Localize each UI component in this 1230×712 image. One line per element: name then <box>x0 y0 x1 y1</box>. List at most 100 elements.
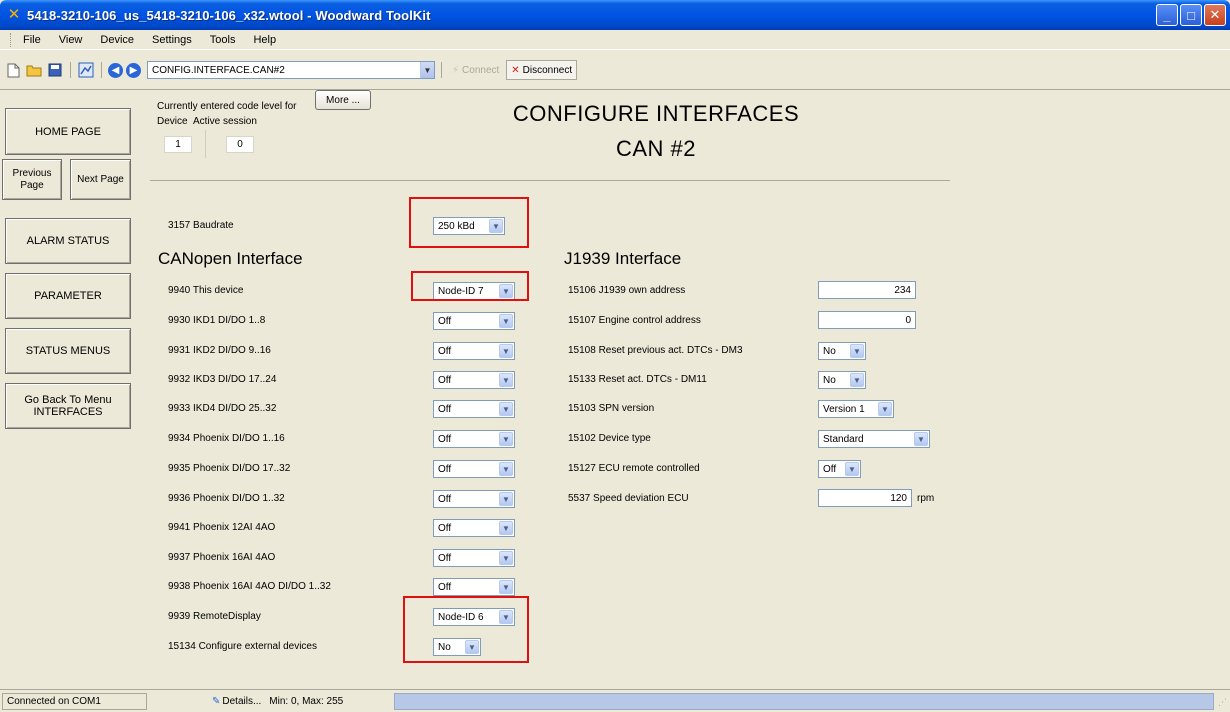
toolbar: ◀ ▶ CONFIG.INTERFACE.CAN#2 ▼ ⚡ Connect ✕… <box>0 50 1230 90</box>
minimize-button[interactable]: _ <box>1156 4 1178 26</box>
details-icon: ✎ <box>212 696 221 707</box>
chevron-down-icon[interactable]: ▼ <box>850 344 864 358</box>
canopen-row-label: 15134 Configure external devices <box>168 641 317 652</box>
menu-view[interactable]: View <box>57 34 85 46</box>
page-title: CONFIGURE INTERFACES <box>512 101 800 126</box>
disconnect-label: Disconnect <box>522 64 573 76</box>
canopen-row-label: 9935 Phoenix DI/DO 17..32 <box>168 463 291 474</box>
canopen-row-label: 9933 IKD4 DI/DO 25..32 <box>168 403 277 414</box>
disconnect-icon: ✕ <box>511 64 520 76</box>
chevron-down-icon[interactable]: ▼ <box>499 432 513 446</box>
highlight-box-remote-display <box>403 596 529 663</box>
chevron-down-icon[interactable]: ▼ <box>499 492 513 506</box>
chevron-down-icon[interactable]: ▼ <box>499 521 513 535</box>
maximize-button[interactable]: □ <box>1180 4 1202 26</box>
j1939-row-label: 15133 Reset act. DTCs - DM11 <box>568 374 707 385</box>
reset-active-dtcs-select[interactable]: No ▼ <box>818 371 866 389</box>
main-content: Currently entered code level for More ..… <box>146 90 1230 689</box>
chevron-down-icon[interactable]: ▼ <box>878 402 892 416</box>
go-back-interfaces-button[interactable]: Go Back To Menu INTERFACES <box>5 383 131 429</box>
chevron-down-icon[interactable]: ▼ <box>499 462 513 476</box>
chevron-down-icon[interactable]: ▼ <box>914 432 928 446</box>
connect-button[interactable]: ⚡ Connect <box>448 60 503 80</box>
chevron-down-icon[interactable]: ▼ <box>499 580 513 594</box>
phoenix-17-32-select[interactable]: Off ▼ <box>433 460 515 478</box>
ikd2-select[interactable]: Off ▼ <box>433 342 515 360</box>
device-type-select[interactable]: Standard ▼ <box>818 430 930 448</box>
value-range-text: Min: 0, Max: 255 <box>269 696 344 707</box>
j1939-row-label: 15107 Engine control address <box>568 315 701 326</box>
details-button[interactable]: ✎ Details... <box>212 696 261 707</box>
canopen-row-label: 9931 IKD2 DI/DO 9..16 <box>168 345 271 356</box>
phoenix-16ai-select[interactable]: Off ▼ <box>433 549 515 567</box>
resize-grip-icon[interactable]: ⋰ <box>1218 697 1227 708</box>
status-menus-button[interactable]: STATUS MENUS <box>5 328 131 374</box>
ikd3-select[interactable]: Off ▼ <box>433 371 515 389</box>
ikd1-select[interactable]: Off ▼ <box>433 312 515 330</box>
back-icon[interactable]: ◀ <box>108 62 123 78</box>
menu-device[interactable]: Device <box>98 34 136 46</box>
previous-page-button[interactable]: Previous Page <box>2 159 62 200</box>
open-folder-icon[interactable] <box>25 61 43 79</box>
phoenix-1-32-select[interactable]: Off ▼ <box>433 490 515 508</box>
spn-version-select[interactable]: Version 1 ▼ <box>818 400 894 418</box>
ecu-remote-controlled-select[interactable]: Off ▼ <box>818 460 861 478</box>
disconnect-button[interactable]: ✕ Disconnect <box>506 60 578 80</box>
chevron-down-icon[interactable]: ▼ <box>499 551 513 565</box>
menu-file[interactable]: File <box>21 34 43 46</box>
reset-previous-dtcs-select[interactable]: No ▼ <box>818 342 866 360</box>
menu-tools[interactable]: Tools <box>208 34 238 46</box>
canopen-row-label: 9930 IKD1 DI/DO 1..8 <box>168 315 266 326</box>
chevron-down-icon[interactable]: ▼ <box>499 344 513 358</box>
j1939-row-value: Standard <box>823 433 864 445</box>
speed-deviation-input[interactable]: 120 <box>818 489 912 507</box>
save-icon[interactable] <box>46 61 64 79</box>
j1939-heading: J1939 Interface <box>564 249 682 268</box>
active-session-label: Active session <box>193 116 257 127</box>
home-page-button[interactable]: HOME PAGE <box>5 108 131 155</box>
code-level-caption: Currently entered code level for <box>157 101 297 112</box>
canopen-row-value: Off <box>438 433 452 445</box>
phoenix-12ai-select[interactable]: Off ▼ <box>433 519 515 537</box>
code-level-divider <box>205 130 206 158</box>
canopen-row-value: Off <box>438 374 452 386</box>
parameter-button[interactable]: PARAMETER <box>5 273 131 319</box>
connect-label: Connect <box>462 64 500 76</box>
toolbar-row: ◀ ▶ CONFIG.INTERFACE.CAN#2 ▼ ⚡ Connect ✕… <box>4 59 578 81</box>
canopen-row-value: Off <box>438 522 452 534</box>
more-button[interactable]: More ... <box>315 90 371 110</box>
menu-settings[interactable]: Settings <box>150 34 194 46</box>
chevron-down-icon[interactable]: ▼ <box>499 314 513 328</box>
j1939-row-label: 15108 Reset previous act. DTCs - DM3 <box>568 345 743 356</box>
chevron-down-icon[interactable]: ▼ <box>420 62 434 78</box>
chevron-down-icon[interactable]: ▼ <box>499 373 513 387</box>
canopen-row-label: 9936 Phoenix DI/DO 1..32 <box>168 493 285 504</box>
j1939-row-label: 5537 Speed deviation ECU <box>568 493 689 504</box>
engine-control-address-input[interactable]: 0 <box>818 311 916 329</box>
canopen-row-label: 9938 Phoenix 16AI 4AO DI/DO 1..32 <box>168 581 331 592</box>
toolkit-app-icon: ✕ <box>7 6 21 23</box>
session-code-level: 0 <box>226 136 254 153</box>
forward-icon[interactable]: ▶ <box>126 62 141 78</box>
chevron-down-icon[interactable]: ▼ <box>850 373 864 387</box>
device-level-label: Device <box>157 116 188 127</box>
ikd4-select[interactable]: Off ▼ <box>433 400 515 418</box>
properties-icon[interactable] <box>77 61 95 79</box>
phoenix-1-16-select[interactable]: Off ▼ <box>433 430 515 448</box>
menu-help[interactable]: Help <box>251 34 278 46</box>
chevron-down-icon[interactable]: ▼ <box>845 462 859 476</box>
canopen-row-value: Off <box>438 345 452 357</box>
j1939-own-address-input[interactable]: 234 <box>818 281 916 299</box>
phoenix-16ai-dido-select[interactable]: Off ▼ <box>433 578 515 596</box>
j1939-row-value: Off <box>823 463 837 475</box>
canopen-heading: CANopen Interface <box>158 249 303 268</box>
close-button[interactable]: ✕ <box>1204 4 1226 26</box>
menu-grip <box>10 32 13 47</box>
page-address-select[interactable]: CONFIG.INTERFACE.CAN#2 ▼ <box>147 61 435 79</box>
highlight-box-this-device <box>411 271 529 301</box>
j1939-row-label: 15127 ECU remote controlled <box>568 463 700 474</box>
chevron-down-icon[interactable]: ▼ <box>499 402 513 416</box>
new-file-icon[interactable] <box>4 61 22 79</box>
alarm-status-button[interactable]: ALARM STATUS <box>5 218 131 264</box>
next-page-button[interactable]: Next Page <box>70 159 131 200</box>
